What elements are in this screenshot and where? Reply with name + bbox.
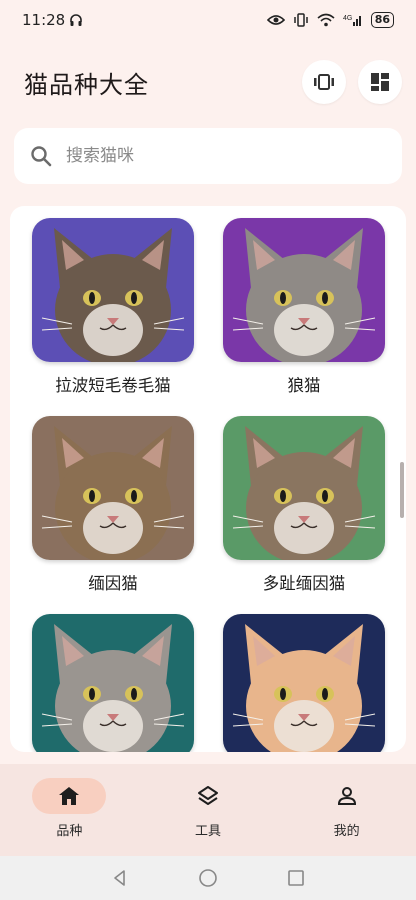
nav-label: 我的 xyxy=(333,824,360,839)
bottom-nav: 品种 工具 我的 xyxy=(0,764,416,856)
breed-name: 多趾缅因猫 xyxy=(262,574,346,593)
breed-card[interactable]: 多趾缅因猫 xyxy=(223,416,406,594)
carousel-icon xyxy=(314,74,334,90)
search-icon xyxy=(31,146,52,167)
nav-icon-wrap xyxy=(171,778,245,814)
cat-photo-icon xyxy=(32,614,194,752)
status-right: 4G 86 xyxy=(266,12,394,28)
nav-item-breeds[interactable]: 品种 xyxy=(19,778,119,839)
breed-card[interactable]: 拉波短毛卷毛猫 xyxy=(32,218,223,396)
status-bar: 11:28 4G 86 xyxy=(0,0,416,40)
status-left: 11:28 xyxy=(22,11,83,29)
battery-indicator: 86 xyxy=(370,12,394,28)
breed-photo[interactable] xyxy=(32,416,194,560)
system-navigation-bar xyxy=(0,856,416,900)
home-icon xyxy=(59,787,80,805)
breed-card[interactable] xyxy=(223,614,406,752)
breed-photo[interactable] xyxy=(223,416,385,560)
breed-name: 狼猫 xyxy=(287,376,321,395)
carousel-view-button[interactable] xyxy=(302,60,346,104)
svg-text:4G: 4G xyxy=(343,15,352,22)
search-bar[interactable] xyxy=(14,128,402,184)
breed-card[interactable] xyxy=(32,614,223,752)
layers-icon xyxy=(197,786,218,805)
page-title: 猫品种大全 xyxy=(24,70,149,99)
breed-photo[interactable] xyxy=(223,614,385,752)
breed-grid: 拉波短毛卷毛猫 狼猫缅因猫 多趾缅因猫 xyxy=(10,206,406,752)
nav-item-tools[interactable]: 工具 xyxy=(158,778,258,839)
nav-icon-wrap xyxy=(310,778,384,814)
cat-photo-icon xyxy=(223,416,385,560)
nav-icon-wrap xyxy=(32,778,107,814)
breed-card[interactable]: 缅因猫 xyxy=(32,416,223,594)
grid-view-button[interactable] xyxy=(358,60,402,104)
cat-photo-icon xyxy=(32,416,194,560)
breed-photo[interactable] xyxy=(32,218,194,362)
breed-grid-panel[interactable]: 拉波短毛卷毛猫 狼猫缅因猫 多趾缅因猫 xyxy=(10,206,406,752)
recents-icon[interactable] xyxy=(286,868,306,888)
breed-name: 拉波短毛卷毛猫 xyxy=(55,376,171,395)
scrollbar-thumb[interactable] xyxy=(400,462,404,518)
wifi-icon xyxy=(317,13,335,27)
cat-photo-icon xyxy=(223,218,385,362)
app-actions xyxy=(302,60,402,104)
breed-name: 缅因猫 xyxy=(88,574,138,593)
back-icon[interactable] xyxy=(110,868,130,888)
nav-item-profile[interactable]: 我的 xyxy=(297,778,397,839)
search-input[interactable] xyxy=(66,146,346,166)
home-button-icon[interactable] xyxy=(198,868,218,888)
cat-photo-icon xyxy=(32,218,194,362)
dashboard-icon xyxy=(371,73,389,91)
breed-card[interactable]: 狼猫 xyxy=(223,218,406,396)
breed-photo[interactable] xyxy=(32,614,194,752)
eye-icon xyxy=(266,15,285,25)
cat-photo-icon xyxy=(223,614,385,752)
nav-label: 品种 xyxy=(56,824,83,839)
headphones-icon xyxy=(70,14,83,26)
status-time: 11:28 xyxy=(22,11,66,29)
nav-label: 工具 xyxy=(194,824,221,839)
app-bar: 猫品种大全 xyxy=(0,56,416,108)
person-icon xyxy=(337,787,356,805)
breed-photo[interactable] xyxy=(223,218,385,362)
signal-icon: 4G xyxy=(343,15,361,26)
vibrate-icon xyxy=(293,13,308,27)
